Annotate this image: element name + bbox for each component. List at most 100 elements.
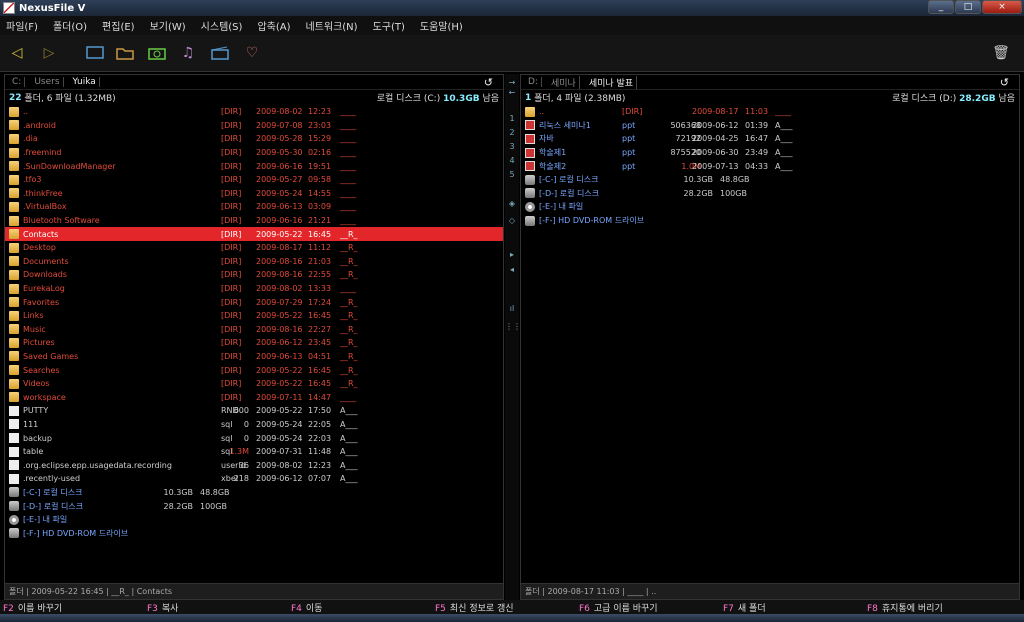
close-button[interactable]: ×	[982, 0, 1022, 14]
center-control-9[interactable]: ▸	[505, 250, 519, 259]
dir-row[interactable]: .VirtualBox [DIR] 2009-06-13 03:09 ____	[5, 200, 503, 214]
forward-icon[interactable]: ▷	[38, 42, 60, 64]
drive-row[interactable]: [-F-] HD DVD-ROM 드라이브	[5, 526, 503, 540]
center-control-8[interactable]: ◇	[505, 216, 519, 225]
center-control-5[interactable]: 4	[505, 156, 519, 165]
folder-icon	[9, 215, 19, 226]
dir-row[interactable]: .thinkFree [DIR] 2009-05-24 14:55 ____	[5, 187, 503, 201]
file-row[interactable]: 리눅스 세미나1 ppt 506368 2009-06-12 01:39 A___	[521, 119, 1019, 133]
fkey-f4[interactable]: F4 이동	[291, 601, 322, 614]
menu-edit[interactable]: 편집(E)	[102, 18, 135, 33]
drive-free: 10.3GB	[683, 175, 714, 185]
dir-row[interactable]: Downloads [DIR] 2009-08-16 22:55 __R_	[5, 268, 503, 282]
menu-file[interactable]: 파일(F)	[6, 18, 38, 33]
drive-row[interactable]: [-E-] 내 파일	[521, 200, 1019, 214]
center-control-7[interactable]: ◈	[505, 199, 519, 208]
left-path-current[interactable]: Yuika	[70, 77, 100, 87]
maximize-button[interactable]: □	[955, 0, 981, 14]
dir-row[interactable]: Links [DIR] 2009-05-22 16:45 __R_	[5, 309, 503, 323]
drive-row[interactable]: [-C-] 로컬 디스크 10.3GB 48.8GB	[521, 173, 1019, 187]
left-path-drive[interactable]: C:	[9, 77, 26, 87]
right-refresh-icon[interactable]: ↺	[1000, 76, 1009, 89]
dir-row[interactable]: Searches [DIR] 2009-05-22 16:45 __R_	[5, 363, 503, 377]
menu-help[interactable]: 도움말(H)	[420, 18, 463, 33]
menu-archive[interactable]: 압축(A)	[257, 18, 290, 33]
fkey-f6[interactable]: F6 고급 이름 바꾸기	[579, 601, 658, 614]
dir-row[interactable]: .freemind [DIR] 2009-05-30 02:16 ____	[5, 146, 503, 160]
menu-view[interactable]: 보기(W)	[150, 18, 186, 33]
center-control-12[interactable]: ⋮⋮	[505, 322, 521, 331]
file-name: 111	[23, 419, 39, 429]
menu-folder[interactable]: 폴더(O)	[53, 18, 87, 33]
file-row[interactable]: .recently-used xbel 218 2009-06-12 07:07 A___	[5, 472, 503, 486]
center-control-1[interactable]: ←	[505, 88, 519, 97]
dir-time: 09:58	[308, 175, 332, 185]
file-row[interactable]: PUTTY RND 600 2009-05-22 17:50 A___	[5, 404, 503, 418]
drive-row[interactable]: [-D-] 로컬 디스크 28.2GB 100GB	[521, 187, 1019, 201]
center-control-6[interactable]: 5	[505, 170, 519, 179]
right-path-seminar[interactable]: 세미나	[548, 75, 580, 89]
center-control-0[interactable]: →	[505, 78, 519, 87]
file-row[interactable]: .org.eclipse.epp.usagedata.recording user…	[5, 458, 503, 472]
clapper-icon[interactable]	[209, 42, 231, 64]
dir-row[interactable]: Saved Games [DIR] 2009-06-13 04:51 __R_	[5, 350, 503, 364]
file-row[interactable]: 학술제1 ppt 875520 2009-06-30 23:49 A___	[521, 146, 1019, 160]
left-path-users[interactable]: Users	[31, 77, 64, 87]
menu-tools[interactable]: 도구(T)	[373, 18, 405, 33]
heart-icon[interactable]: ♡	[241, 42, 263, 64]
fkey-f8[interactable]: F8 휴지통에 버리기	[867, 601, 943, 614]
dir-row[interactable]: workspace [DIR] 2009-07-11 14:47 ____	[5, 390, 503, 404]
file-row[interactable]: 111 sql 0 2009-05-24 22:05 A___	[5, 418, 503, 432]
fkey-f2[interactable]: F2 이름 바꾸기	[3, 601, 62, 614]
music-icon[interactable]: ♫	[177, 42, 199, 64]
left-refresh-icon[interactable]: ↺	[484, 76, 493, 89]
fkey-f3[interactable]: F3 복사	[147, 601, 178, 614]
right-path-current[interactable]: 세미나 발표	[586, 75, 638, 89]
dir-row[interactable]: Documents [DIR] 2009-08-16 21:03 __R_	[5, 255, 503, 269]
center-control-2[interactable]: 1	[505, 114, 519, 123]
center-control-4[interactable]: 3	[505, 142, 519, 151]
dir-row[interactable]: .tfo3 [DIR] 2009-05-27 09:58 ____	[5, 173, 503, 187]
dir-row[interactable]: .. [DIR] 2009-08-17 11:03 ____	[521, 105, 1019, 119]
center-control-10[interactable]: ◂	[505, 265, 519, 274]
trash-icon[interactable]: 🗑	[990, 42, 1012, 64]
right-path-drive[interactable]: D:	[525, 77, 542, 87]
dir-row[interactable]: Videos [DIR] 2009-05-22 16:45 __R_	[5, 377, 503, 391]
file-time: 22:05	[308, 419, 332, 429]
menu-system[interactable]: 시스템(S)	[201, 18, 243, 33]
folder-icon[interactable]	[114, 42, 136, 64]
menu-network[interactable]: 네트워크(N)	[305, 18, 357, 33]
fkey-f7[interactable]: F7 새 폴더	[723, 601, 766, 614]
dir-row[interactable]: Desktop [DIR] 2009-08-17 11:12 __R_	[5, 241, 503, 255]
folder-icon	[9, 256, 19, 267]
drive-row[interactable]: [-F-] HD DVD-ROM 드라이브	[521, 214, 1019, 228]
minimize-button[interactable]: _	[928, 0, 954, 14]
folder-icon	[9, 378, 19, 389]
dir-row[interactable]: Contacts [DIR] 2009-05-22 16:45 __R_	[5, 227, 503, 241]
dir-attr: __R_	[340, 365, 358, 375]
fkey-label: 최신 정보로 갱신	[449, 604, 514, 614]
dir-row[interactable]: .android [DIR] 2009-07-08 23:03 ____	[5, 119, 503, 133]
file-row[interactable]: backup sql 0 2009-05-24 22:03 A___	[5, 431, 503, 445]
camera-icon[interactable]	[146, 42, 168, 64]
file-row[interactable]: 학술제2 ppt 1.0M 2009-07-13 04:33 A___	[521, 159, 1019, 173]
drive-row[interactable]: [-D-] 로컬 디스크 28.2GB 100GB	[5, 499, 503, 513]
file-row[interactable]: table sql 1.3M 2009-07-31 11:48 A___	[5, 445, 503, 459]
file-row[interactable]: 자바 ppt 72192 2009-04-25 16:47 A___	[521, 132, 1019, 146]
back-icon[interactable]: ◁	[6, 42, 28, 64]
fkey-label: 복사	[161, 604, 179, 614]
center-control-3[interactable]: 2	[505, 128, 519, 137]
monitor-icon[interactable]	[84, 42, 106, 64]
fkey-f5[interactable]: F5 최신 정보로 갱신	[435, 601, 514, 614]
center-control-11[interactable]: ıl	[505, 304, 519, 313]
drive-row[interactable]: [-C-] 로컬 디스크 10.3GB 48.8GB	[5, 486, 503, 500]
dir-row[interactable]: EurekaLog [DIR] 2009-08-02 13:33 ____	[5, 282, 503, 296]
dir-row[interactable]: .. [DIR] 2009-08-02 12:23 ____	[5, 105, 503, 119]
dir-row[interactable]: Bluetooth Software [DIR] 2009-06-16 21:21 __…	[5, 214, 503, 228]
dir-row[interactable]: .dia [DIR] 2009-05-28 15:29 ____	[5, 132, 503, 146]
drive-row[interactable]: [-E-] 내 파일	[5, 513, 503, 527]
dir-row[interactable]: Pictures [DIR] 2009-06-12 23:45 __R_	[5, 336, 503, 350]
dir-row[interactable]: Music [DIR] 2009-08-16 22:27 __R_	[5, 323, 503, 337]
dir-row[interactable]: Favorites [DIR] 2009-07-29 17:24 __R_	[5, 295, 503, 309]
dir-row[interactable]: .SunDownloadManager [DIR] 2009-06-16 19:51 _…	[5, 159, 503, 173]
